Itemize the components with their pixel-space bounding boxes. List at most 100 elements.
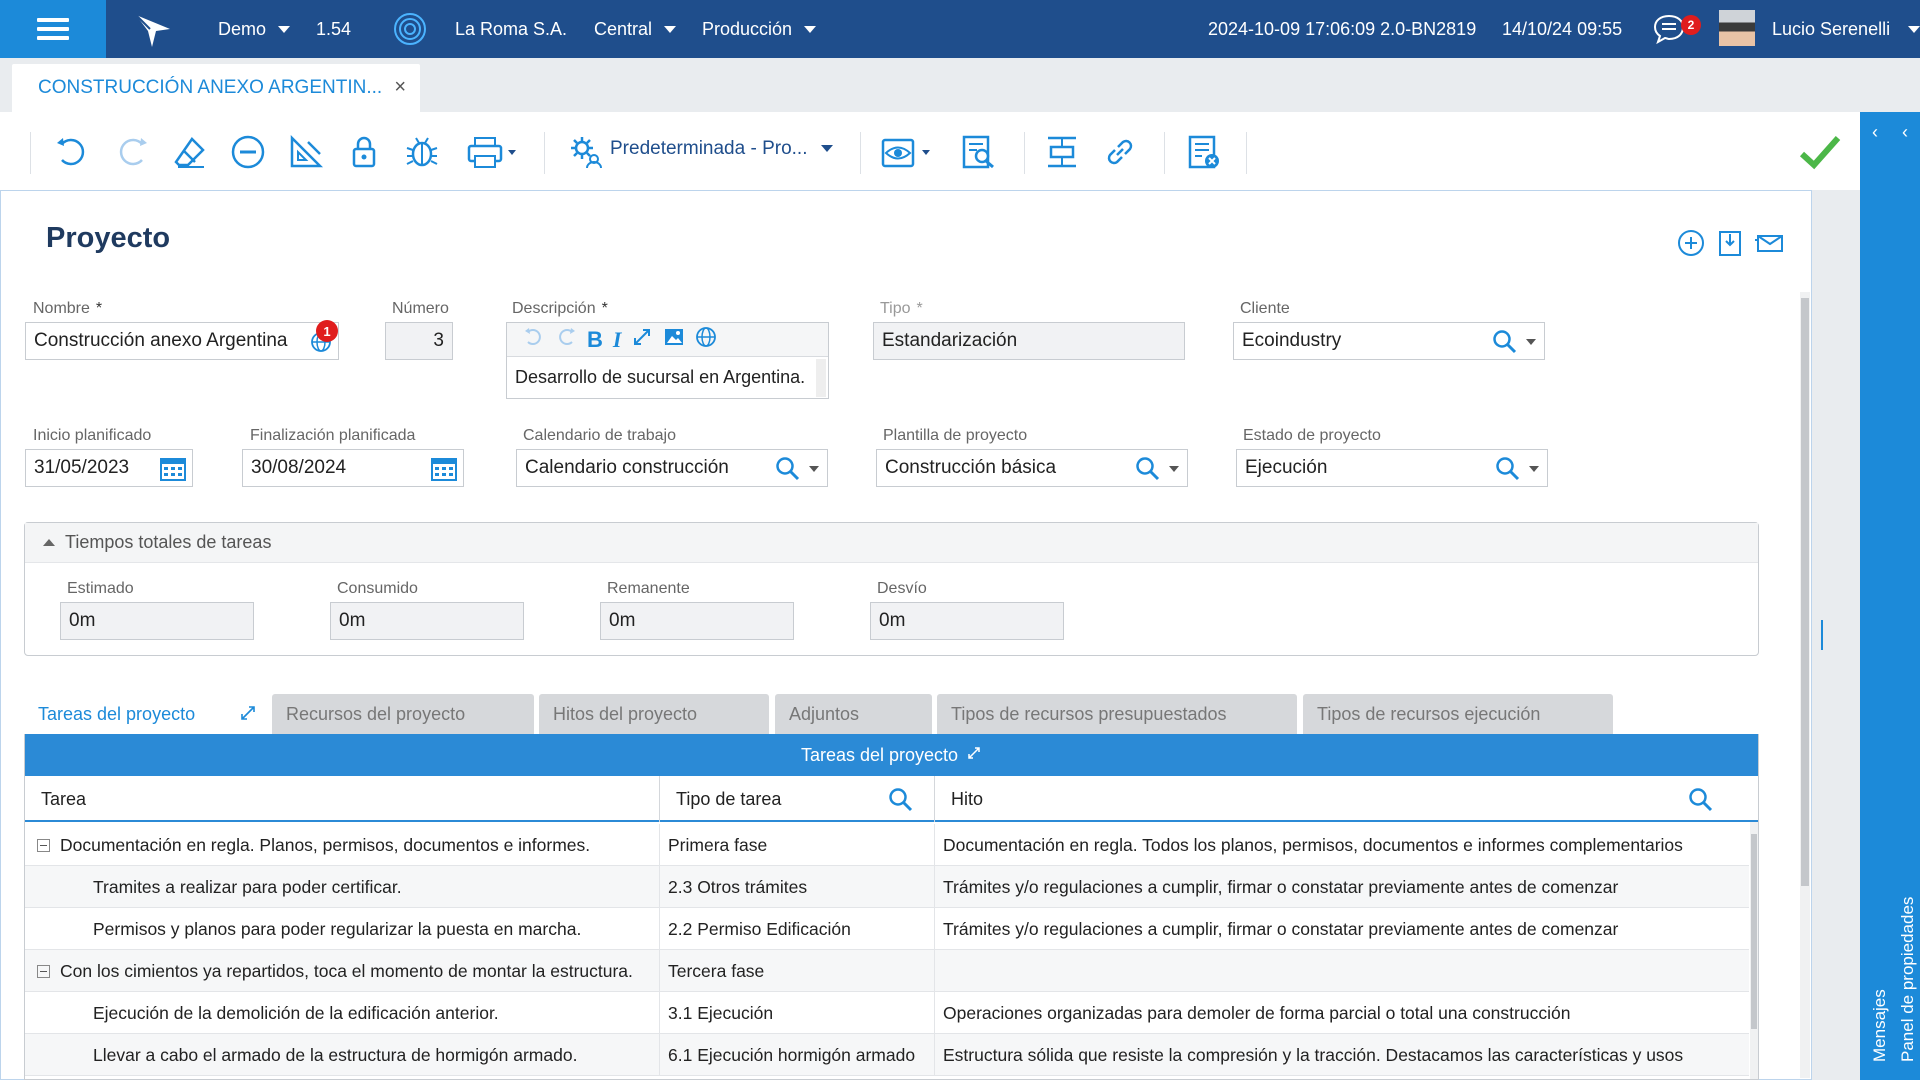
- remove-icon[interactable]: [228, 132, 268, 172]
- plantilla-label: Plantilla de proyecto: [883, 427, 1028, 444]
- chevron-left-icon[interactable]: ‹: [1902, 122, 1908, 146]
- desvio-field[interactable]: 0m: [870, 602, 1064, 640]
- environment-dropdown[interactable]: Producción: [702, 0, 817, 58]
- download-icon[interactable]: [1715, 228, 1745, 258]
- expand-icon[interactable]: [239, 704, 257, 727]
- user-menu[interactable]: Lucio Serenelli: [1772, 0, 1920, 58]
- tab-hitos[interactable]: Hitos del proyecto: [539, 694, 769, 734]
- bold-icon[interactable]: B: [587, 327, 603, 353]
- link-icon[interactable]: [1100, 132, 1140, 172]
- italic-icon[interactable]: I: [613, 327, 622, 353]
- editor-scrollbar[interactable]: [816, 359, 826, 397]
- notifications-badge[interactable]: 2: [1681, 15, 1701, 35]
- numero-label: Número: [392, 300, 449, 317]
- redo-icon[interactable]: [112, 132, 152, 172]
- section-header[interactable]: Tiempos totales de tareas: [25, 523, 1758, 563]
- lock-icon[interactable]: [344, 132, 384, 172]
- list-cancel-icon[interactable]: [1184, 132, 1224, 172]
- table-row[interactable]: Permisos y planos para poder regularizar…: [25, 908, 1749, 950]
- plantilla-field[interactable]: Construcción básica: [876, 449, 1188, 487]
- consumido-field[interactable]: 0m: [330, 602, 524, 640]
- chevron-down-icon[interactable]: [1526, 339, 1536, 345]
- layout-selector[interactable]: Predeterminada - Pro...: [610, 138, 834, 160]
- collapse-icon[interactable]: [37, 838, 50, 852]
- descripcion-editor[interactable]: B I Desarrollo de sucursal en Argentina.: [506, 322, 829, 399]
- mail-icon[interactable]: [1754, 228, 1784, 258]
- grid-scrollbar-thumb[interactable]: [1751, 834, 1757, 1029]
- chevron-left-icon[interactable]: ‹: [1872, 122, 1878, 146]
- chevron-down-icon[interactable]: [809, 466, 819, 472]
- page-title: Proyecto: [46, 222, 171, 254]
- close-icon[interactable]: ×: [394, 76, 406, 99]
- calendario-field[interactable]: Calendario construcción: [516, 449, 828, 487]
- tab-tipos-presupuestados[interactable]: Tipos de recursos presupuestados: [937, 694, 1297, 734]
- column-header-tarea[interactable]: Tarea: [25, 776, 660, 822]
- tab-tareas[interactable]: Tareas del proyecto: [24, 694, 267, 734]
- branch-dropdown[interactable]: Central: [594, 0, 677, 58]
- search-icon[interactable]: [1495, 456, 1539, 482]
- messages-tab[interactable]: Mensajes: [1870, 989, 1890, 1062]
- tab-adjuntos[interactable]: Adjuntos: [775, 694, 932, 734]
- table-row[interactable]: Tramites a realizar para poder certifica…: [25, 866, 1749, 908]
- view-icon[interactable]: [878, 132, 940, 172]
- fin-date-field[interactable]: 30/08/2024: [242, 449, 464, 487]
- image-icon[interactable]: [663, 326, 685, 353]
- search-icon[interactable]: [1688, 787, 1714, 818]
- collapse-icon[interactable]: [43, 539, 55, 546]
- estado-field[interactable]: Ejecución: [1236, 449, 1548, 487]
- tipo-field[interactable]: Estandarización: [873, 322, 1185, 360]
- document-tab-title: CONSTRUCCIÓN ANEXO ARGENTIN...: [38, 77, 383, 98]
- page-scrollbar-thumb[interactable]: [1801, 298, 1809, 886]
- inicio-date-field[interactable]: 31/05/2023: [25, 449, 193, 487]
- table-row[interactable]: Ejecución de la demolición de la edifica…: [25, 992, 1749, 1034]
- add-circle-icon[interactable]: [1676, 228, 1706, 258]
- bug-icon[interactable]: [402, 132, 442, 172]
- numero-field[interactable]: 3: [385, 322, 453, 360]
- tab-recursos[interactable]: Recursos del proyecto: [272, 694, 534, 734]
- estimado-field[interactable]: 0m: [60, 602, 254, 640]
- properties-panel-tab[interactable]: Panel de propiedades: [1898, 897, 1918, 1062]
- side-panel[interactable]: ‹ ‹ Mensajes Panel de propiedades: [1860, 112, 1920, 1080]
- company-dropdown[interactable]: Demo: [218, 0, 291, 58]
- align-icon[interactable]: [1042, 132, 1082, 172]
- column-header-tipo[interactable]: Tipo de tarea: [660, 776, 935, 822]
- column-header-hito[interactable]: Hito: [935, 776, 1758, 822]
- table-row[interactable]: Con los cimientos ya repartidos, toca el…: [25, 950, 1749, 992]
- print-icon[interactable]: [462, 132, 522, 172]
- undo-icon[interactable]: [523, 326, 545, 353]
- expand-icon[interactable]: [631, 326, 653, 353]
- menu-icon[interactable]: [0, 0, 106, 58]
- nombre-field[interactable]: Construcción anexo Argentina: [25, 322, 339, 360]
- calendar-icon[interactable]: [431, 457, 457, 486]
- report-icon[interactable]: [958, 132, 998, 172]
- undo-icon[interactable]: [52, 132, 92, 172]
- search-icon[interactable]: [775, 456, 819, 482]
- search-icon[interactable]: [1135, 456, 1179, 482]
- redo-icon[interactable]: [555, 326, 577, 353]
- ruler-icon[interactable]: [286, 132, 326, 172]
- table-row[interactable]: Documentación en regla. Planos, permisos…: [25, 824, 1749, 866]
- tab-tipos-ejecucion[interactable]: Tipos de recursos ejecución: [1303, 694, 1613, 734]
- remanente-field[interactable]: 0m: [600, 602, 794, 640]
- cliente-field[interactable]: Ecoindustry: [1233, 322, 1545, 360]
- document-tab[interactable]: CONSTRUCCIÓN ANEXO ARGENTIN... ×: [12, 64, 420, 112]
- organization-label[interactable]: La Roma S.A.: [455, 0, 567, 58]
- search-icon[interactable]: [888, 787, 914, 818]
- chevron-down-icon[interactable]: [1529, 466, 1539, 472]
- save-check-icon[interactable]: [1798, 132, 1842, 177]
- descripcion-text[interactable]: Desarrollo de sucursal en Argentina.: [515, 367, 805, 388]
- chevron-down-icon[interactable]: [1169, 466, 1179, 472]
- search-icon[interactable]: [1492, 329, 1536, 355]
- expand-icon[interactable]: [966, 745, 982, 766]
- org-logo-icon: [392, 0, 428, 58]
- calendario-label: Calendario de trabajo: [523, 427, 676, 444]
- layout-gear-icon[interactable]: [566, 132, 606, 172]
- panel-resize-handle[interactable]: [1821, 620, 1823, 650]
- app-logo-icon[interactable]: [130, 0, 174, 58]
- globe-icon[interactable]: [695, 326, 717, 353]
- calendar-icon[interactable]: [160, 457, 186, 486]
- avatar[interactable]: [1719, 10, 1755, 46]
- collapse-icon[interactable]: [37, 964, 50, 978]
- eraser-icon[interactable]: [170, 132, 210, 172]
- table-row[interactable]: Llevar a cabo el armado de la estructura…: [25, 1034, 1749, 1076]
